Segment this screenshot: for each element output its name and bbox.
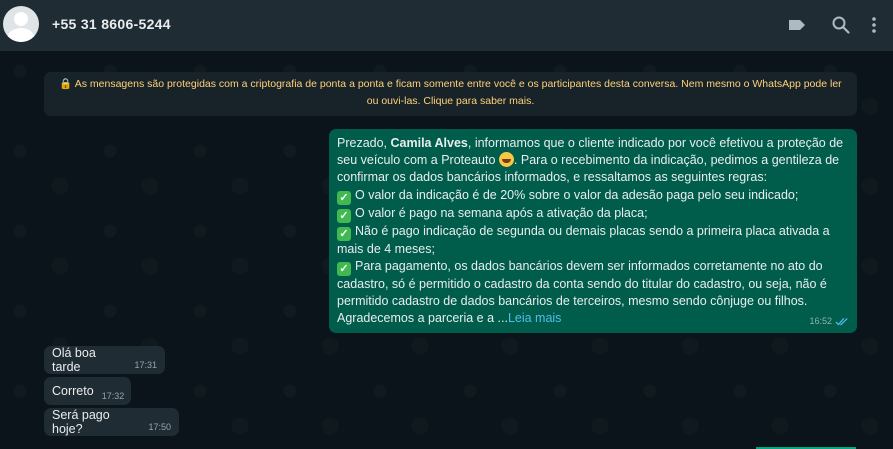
rule-item: ✓ O valor da indicação é de 20% sobre o v… (337, 187, 848, 205)
grin-emoji-icon (498, 152, 514, 168)
message-meta: 16:52 (809, 313, 849, 330)
double-check-icon (835, 317, 848, 326)
message-closing: Agradecemos a parceria e a ...Leia mais (337, 311, 562, 326)
message-time: 17:50 (148, 421, 171, 432)
avatar[interactable] (3, 6, 39, 42)
read-more-link[interactable]: Leia mais (508, 311, 562, 325)
message-time: 17:32 (101, 390, 125, 401)
check-mark-icon: ✓ (337, 190, 351, 205)
chat-area: 🔒 As mensagens são protegidas com a crip… (0, 51, 893, 449)
rule-item: ✓ Não é pago indicação de segunda ou dema… (337, 223, 830, 256)
rule-item: ✓ Para pagamento, os dados bancários deve… (337, 258, 827, 309)
message-intro: Prezado, Camila Alves, informamos que o … (337, 136, 844, 185)
outgoing-message[interactable]: Prezado, Camila Alves, informamos que o … (329, 129, 857, 333)
message-time: 17:31 (134, 359, 157, 370)
encryption-notice[interactable]: 🔒 As mensagens são protegidas com a crip… (44, 72, 857, 116)
incoming-message[interactable]: Correto 17:32 (44, 377, 131, 405)
message-time: 16:52 (809, 315, 832, 326)
label-icon[interactable] (787, 15, 807, 35)
chat-header: +55 31 8606-5244 (0, 0, 893, 51)
incoming-message[interactable]: Olá boa tarde 17:31 (44, 346, 165, 374)
check-mark-icon: ✓ (337, 208, 351, 223)
contact-name[interactable]: +55 31 8606-5244 (52, 16, 171, 32)
rule-item: ✓ O valor é pago na semana após a ativaçã… (337, 205, 848, 223)
menu-icon[interactable] (871, 15, 877, 35)
incoming-message[interactable]: Será pago hoje? 17:50 (44, 408, 179, 436)
search-icon[interactable] (831, 15, 851, 35)
check-mark-icon: ✓ (337, 226, 351, 241)
recipient-name: Camila Alves (390, 136, 468, 150)
check-mark-icon: ✓ (337, 261, 351, 276)
